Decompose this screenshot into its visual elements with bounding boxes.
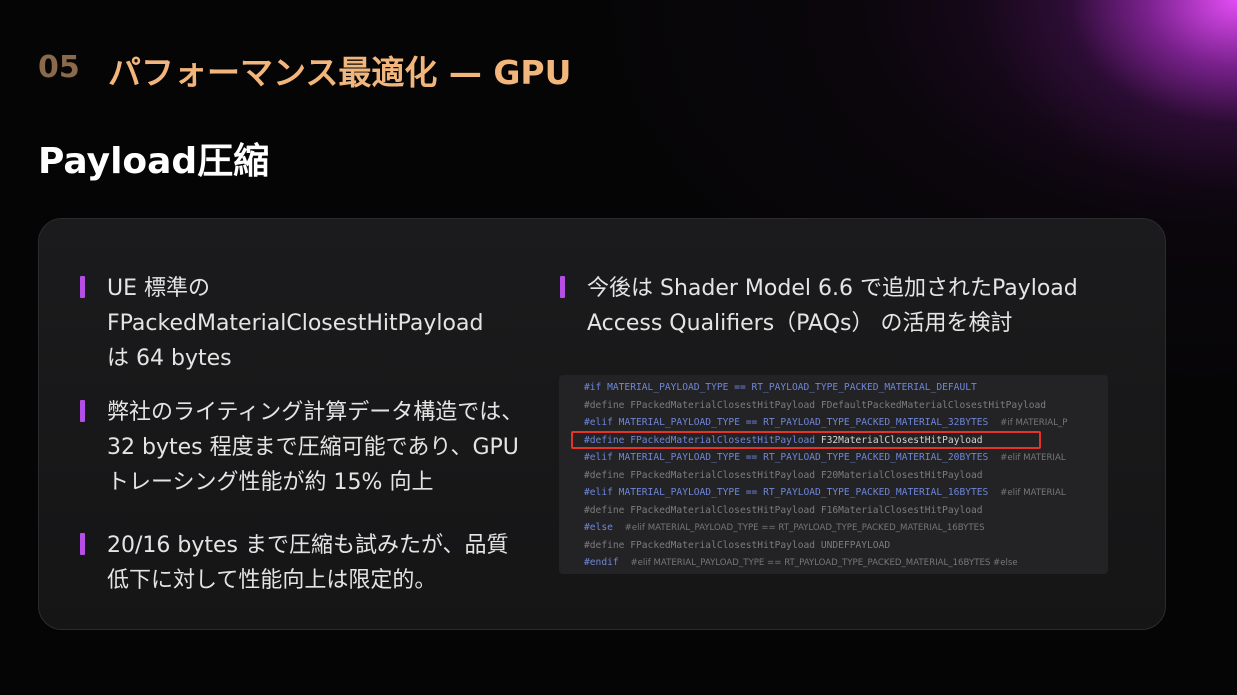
code-keyword: #define xyxy=(584,470,625,481)
bullet-further-compression: 20/16 bytes まで圧縮も試みたが、品質 低下に対して性能向上は限定的。 xyxy=(80,528,509,598)
code-text: FPackedMaterialClosestHitPayload FDefaul… xyxy=(630,400,1047,411)
code-keyword: #elif xyxy=(584,452,613,463)
code-snippet: #if MATERIAL_PAYLOAD_TYPE == RT_PAYLOAD_… xyxy=(559,375,1108,574)
bullet-line: トレーシング性能が約 15% 向上 xyxy=(107,470,434,495)
bullet-marker xyxy=(80,400,85,422)
code-inlay-hint: #elif MATERIAL xyxy=(1000,488,1066,498)
slide-subtitle: Payload圧縮 xyxy=(38,141,270,182)
code-line: #elif MATERIAL_PAYLOAD_TYPE == RT_PAYLOA… xyxy=(584,484,1066,501)
bullet-marker xyxy=(560,276,565,298)
code-keyword: #define xyxy=(584,505,625,516)
bullet-ue-standard: UE 標準の FPackedMaterialClosestHitPayload … xyxy=(80,271,484,376)
bullet-line: FPackedMaterialClosestHitPayload xyxy=(107,311,484,336)
bullet-line: 今後は Shader Model 6.6 で追加されたPayload xyxy=(587,276,1078,301)
code-text: FPackedMaterialClosestHitPayload F16Mate… xyxy=(630,505,983,516)
bullet-line: は 64 bytes xyxy=(107,346,232,371)
code-text: MATERIAL_PAYLOAD_TYPE == RT_PAYLOAD_TYPE… xyxy=(618,487,989,498)
code-text: MATERIAL_PAYLOAD_TYPE == RT_PAYLOAD_TYPE… xyxy=(618,452,989,463)
code-text: MATERIAL_PAYLOAD_TYPE == RT_PAYLOAD_TYPE… xyxy=(618,417,989,428)
code-inlay-hint: #elif MATERIAL xyxy=(1000,453,1066,463)
section-title: パフォーマンス最適化 — GPU xyxy=(108,53,572,92)
bullet-marker xyxy=(80,533,85,555)
code-line: #define FPackedMaterialClosestHitPayload… xyxy=(584,537,890,554)
bullet-line: UE 標準の xyxy=(107,276,210,301)
code-keyword: #endif xyxy=(584,557,619,568)
bullet-line: Access Qualifiers（PAQs） の活用を検討 xyxy=(587,311,1013,336)
code-line: #elif MATERIAL_PAYLOAD_TYPE == RT_PAYLOA… xyxy=(584,449,1066,466)
bullet-line: 20/16 bytes まで圧縮も試みたが、品質 xyxy=(107,533,509,558)
code-keyword: #if xyxy=(584,382,602,393)
code-text: FPackedMaterialClosestHitPayload F20Mate… xyxy=(630,470,983,481)
code-line: #elif MATERIAL_PAYLOAD_TYPE == RT_PAYLOA… xyxy=(584,414,1067,431)
bullet-line: 弊社のライティング計算データ構造では、 xyxy=(107,400,524,425)
code-text: MATERIAL_PAYLOAD_TYPE == RT_PAYLOAD_TYPE… xyxy=(607,382,977,393)
code-inlay-hint: #elif MATERIAL_PAYLOAD_TYPE == RT_PAYLOA… xyxy=(624,523,985,533)
code-keyword: #define xyxy=(584,400,625,411)
code-keyword: #define xyxy=(584,540,625,551)
code-inlay-hint: #elif MATERIAL_PAYLOAD_TYPE == RT_PAYLOA… xyxy=(630,558,1018,568)
code-keyword: #elif xyxy=(584,487,613,498)
code-line: #define FPackedMaterialClosestHitPayload… xyxy=(584,397,1046,414)
code-line: #if MATERIAL_PAYLOAD_TYPE == RT_PAYLOAD_… xyxy=(584,379,977,396)
code-line: #define FPackedMaterialClosestHitPayload… xyxy=(584,502,983,519)
code-line: #else #elif MATERIAL_PAYLOAD_TYPE == RT_… xyxy=(584,519,985,536)
bullet-marker xyxy=(80,276,85,298)
bullet-line: 32 bytes 程度まで圧縮可能であり、GPU xyxy=(107,435,519,460)
code-inlay-hint: #if MATERIAL_P xyxy=(1000,418,1068,428)
code-line: #define FPackedMaterialClosestHitPayload… xyxy=(584,467,983,484)
code-keyword: #else xyxy=(584,522,613,533)
bullet-line: 低下に対して性能向上は限定的。 xyxy=(107,568,437,593)
bullet-future-paqs: 今後は Shader Model 6.6 で追加されたPayload Acces… xyxy=(560,271,1078,341)
code-line: #endif #elif MATERIAL_PAYLOAD_TYPE == RT… xyxy=(584,554,1018,571)
code-text: FPackedMaterialClosestHitPayload UNDEFPA… xyxy=(630,540,891,551)
highlight-box xyxy=(571,431,1041,449)
section-number: 05 xyxy=(38,50,80,85)
code-keyword: #elif xyxy=(584,417,613,428)
bullet-compression-result: 弊社のライティング計算データ構造では、 32 bytes 程度まで圧縮可能であり… xyxy=(80,395,524,500)
